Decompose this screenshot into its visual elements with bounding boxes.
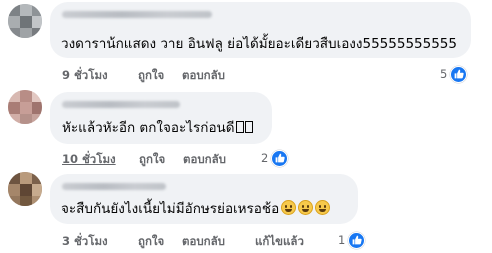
comment-text: หัะแล้วหัะอีก ตกใจอะไรก่อนดี (62, 119, 253, 137)
comment-3: จะสืบกันยังไงเนี้ยไม่มีอักษรย่อเหรอช้อ 3… (0, 172, 492, 253)
missing-glyph-icon (244, 121, 253, 133)
reaction-summary[interactable]: 5 (440, 65, 468, 83)
reaction-summary[interactable]: 2 (261, 149, 289, 167)
reaction-count: 5 (440, 67, 448, 81)
like-button[interactable]: ถูกใจ (138, 233, 164, 251)
thumbs-up-icon (271, 149, 289, 167)
reaction-summary[interactable]: 1 (338, 231, 366, 249)
reaction-count: 1 (338, 233, 346, 247)
comment-actions: 3 ชั่วโมง ถูกใจ ตอบกลับ แก้ไขแล้ว (62, 233, 362, 249)
grinning-face-icon (298, 200, 314, 215)
grinning-face-icon (281, 200, 297, 215)
comment-1: วงดาราน้กแสดง วาย อินฟลู ย่อได้มั้ยอะเดี… (0, 0, 492, 90)
reply-button[interactable]: ตอบกลับ (183, 151, 226, 169)
comment-bubble: วงดาราน้กแสดง วาย อินฟลู ย่อได้มั้ยอะเดี… (50, 2, 471, 58)
like-button[interactable]: ถูกใจ (139, 151, 165, 169)
thumbs-up-icon (348, 231, 366, 249)
timestamp-link[interactable]: 10 ชั่วโมง (62, 151, 116, 169)
reaction-count: 2 (261, 151, 269, 165)
avatar[interactable] (8, 172, 42, 206)
comment-2: หัะแล้วหัะอีก ตกใจอะไรก่อนดี 10 ชั่วโมง … (0, 90, 492, 172)
comment-actions: 10 ชั่วโมง ถูกใจ ตอบกลับ (62, 151, 292, 167)
author-name-redacted[interactable] (62, 101, 180, 108)
grinning-face-icon (315, 200, 331, 215)
reply-button[interactable]: ตอบกลับ (182, 67, 225, 85)
comment-actions: 9 ชั่วโมง ถูกใจ ตอบกลับ (62, 67, 362, 83)
author-name-redacted[interactable] (62, 183, 166, 190)
timestamp-link[interactable]: 3 ชั่วโมง (62, 233, 108, 251)
author-name-redacted[interactable] (62, 11, 212, 18)
comment-text: วงดาราน้กแสดง วาย อินฟลู ย่อได้มั้ยอะเดี… (61, 36, 457, 52)
missing-glyph-icon (235, 121, 244, 133)
avatar[interactable] (8, 4, 42, 38)
avatar[interactable] (8, 90, 42, 124)
like-button[interactable]: ถูกใจ (138, 67, 164, 85)
thumbs-up-icon (450, 65, 468, 83)
edited-label: แก้ไขแล้ว (255, 234, 304, 248)
reply-button[interactable]: ตอบกลับ (182, 233, 225, 251)
comment-text: จะสืบกันยังไงเนี้ยไม่มีอักษรย่อเหรอช้อ (61, 200, 331, 218)
timestamp-link[interactable]: 9 ชั่วโมง (62, 67, 108, 85)
comment-bubble: จะสืบกันยังไงเนี้ยไม่มีอักษรย่อเหรอช้อ (50, 174, 358, 224)
comment-bubble: หัะแล้วหัะอีก ตกใจอะไรก่อนดี (50, 92, 272, 144)
